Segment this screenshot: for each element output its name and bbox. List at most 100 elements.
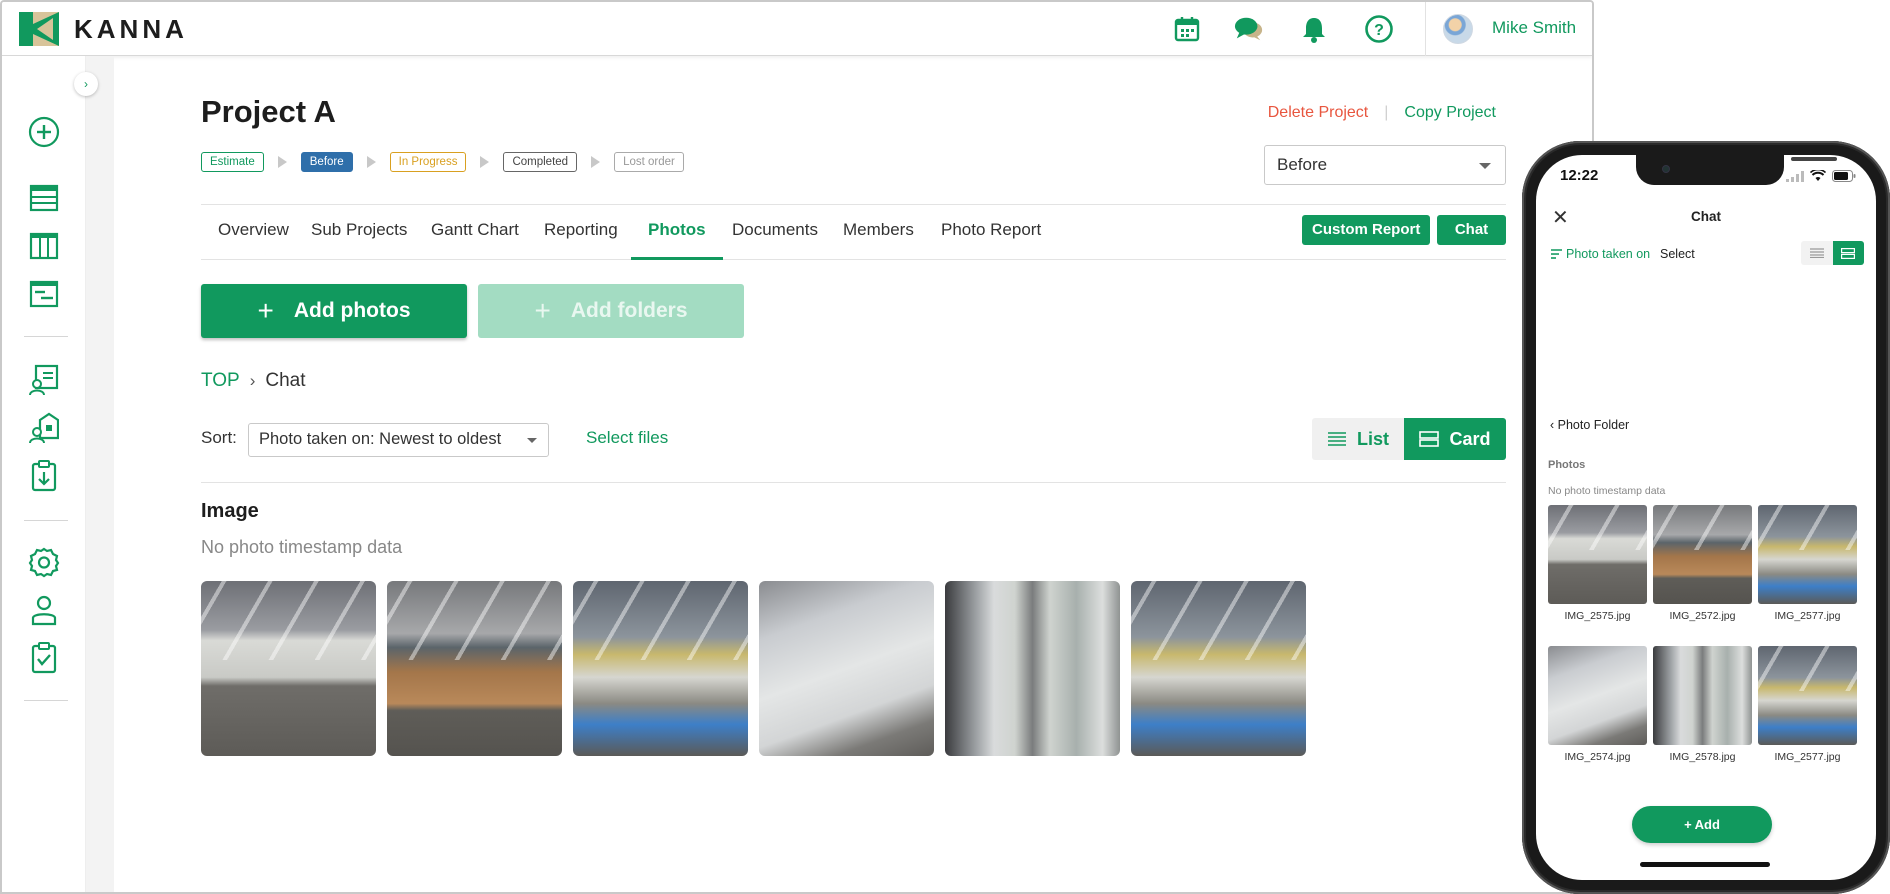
plus-icon: + xyxy=(1684,817,1692,832)
tab-reporting[interactable]: Reporting xyxy=(527,205,635,260)
caret-down-icon xyxy=(527,438,537,443)
stage-before[interactable]: Before xyxy=(300,152,353,172)
phone-photo-thumbnail[interactable] xyxy=(1653,646,1752,745)
sort-dropdown-value: Photo taken on: Newest to oldest xyxy=(259,430,502,448)
sort-dropdown[interactable]: Photo taken on: Newest to oldest xyxy=(248,423,549,457)
photo-thumbnail[interactable] xyxy=(759,581,934,756)
phone-photo-thumbnail[interactable] xyxy=(1548,646,1647,745)
chat-bubbles-icon[interactable] xyxy=(1234,14,1264,44)
phone-select-button[interactable]: Select xyxy=(1660,247,1695,261)
photo-thumbnail[interactable] xyxy=(1131,581,1306,756)
caret-down-icon xyxy=(1479,163,1491,169)
list-view-label: List xyxy=(1356,428,1389,449)
phone-photo-caption: IMG_2577.jpg xyxy=(1774,610,1841,622)
delete-project-link[interactable]: Delete Project xyxy=(1268,104,1369,122)
phone-frame: 12:22 ✕ Chat Photo taken on Select ‹ Pho… xyxy=(1522,141,1890,894)
phone-photo-caption: IMG_2578.jpg xyxy=(1669,751,1736,763)
chat-button[interactable]: Chat xyxy=(1437,215,1506,245)
add-photos-label: Add photos xyxy=(293,299,411,322)
section-subheading: No photo timestamp data xyxy=(201,537,403,557)
phone-list-view-button[interactable] xyxy=(1801,241,1833,265)
sidebar-gutter xyxy=(86,56,114,892)
phone-photo-thumbnail[interactable] xyxy=(1758,505,1857,604)
phone-sort-button[interactable]: Photo taken on xyxy=(1566,247,1650,261)
list-view-button[interactable]: List xyxy=(1312,418,1404,460)
board-icon[interactable] xyxy=(24,226,64,266)
select-files-link[interactable]: Select files xyxy=(586,428,668,448)
user-icon[interactable] xyxy=(24,590,64,630)
status-dropdown[interactable]: Before xyxy=(1264,145,1506,185)
tab-photo-report[interactable]: Photo Report xyxy=(924,205,1058,260)
stage-lost-order[interactable]: Lost order xyxy=(614,152,684,172)
custom-report-button[interactable]: Custom Report xyxy=(1302,215,1431,245)
page-title: Project A xyxy=(201,94,336,129)
card-view-button[interactable]: Card xyxy=(1404,418,1506,460)
phone-add-button[interactable]: + Add xyxy=(1632,806,1772,843)
phone-toolbar: Photo taken on Select xyxy=(1536,237,1876,269)
add-circle-icon[interactable] xyxy=(24,112,64,152)
customer-icon[interactable] xyxy=(24,360,64,400)
bell-icon[interactable] xyxy=(1299,14,1329,44)
sort-icon[interactable] xyxy=(1551,249,1562,259)
breadcrumb-top[interactable]: TOP xyxy=(201,370,240,392)
tab-photos[interactable]: Photos xyxy=(631,205,723,260)
sidebar-expand-button[interactable]: › xyxy=(74,72,98,96)
stage-progress: Estimate Before In Progress Completed Lo… xyxy=(201,152,684,172)
list-view-icon xyxy=(1327,432,1346,446)
phone-screen: 12:22 ✕ Chat Photo taken on Select ‹ Pho… xyxy=(1536,155,1876,880)
phone-back-link[interactable]: ‹ Photo Folder xyxy=(1550,418,1629,432)
battery-icon xyxy=(1832,170,1856,182)
phone-photo-thumbnail[interactable] xyxy=(1653,505,1752,604)
stage-estimate[interactable]: Estimate xyxy=(201,152,264,172)
stage-arrow-icon xyxy=(480,156,490,168)
photo-thumbnail[interactable] xyxy=(387,581,562,756)
list-view-icon xyxy=(1809,248,1824,258)
wifi-icon xyxy=(1810,170,1826,181)
add-folders-button[interactable]: + Add folders xyxy=(478,284,744,338)
sidebar-divider xyxy=(24,520,68,521)
photo-thumbnail[interactable] xyxy=(573,581,748,756)
link-separator: | xyxy=(1384,104,1389,121)
calendar-icon[interactable] xyxy=(1172,14,1202,44)
phone-photo-caption: IMG_2577.jpg xyxy=(1774,751,1841,763)
property-icon[interactable] xyxy=(24,408,64,448)
card-view-label: Card xyxy=(1449,428,1491,449)
kanna-logo xyxy=(19,12,59,46)
phone-card-view-button[interactable] xyxy=(1832,241,1864,265)
phone-photo-thumbnail[interactable] xyxy=(1758,646,1857,745)
photo-thumbnail[interactable] xyxy=(945,581,1120,756)
gantt-icon[interactable] xyxy=(24,274,64,314)
tab-gantt-chart[interactable]: Gantt Chart xyxy=(414,205,536,260)
phone-add-label: Add xyxy=(1694,817,1720,832)
chevron-right-icon: › xyxy=(249,371,256,390)
tab-overview[interactable]: Overview xyxy=(201,205,306,260)
svg-text:?: ? xyxy=(1374,22,1384,39)
tab-documents[interactable]: Documents xyxy=(715,205,835,260)
tab-members[interactable]: Members xyxy=(826,205,931,260)
user-name[interactable]: Mike Smith xyxy=(1492,18,1576,38)
phone-photo-thumbnail[interactable] xyxy=(1548,505,1647,604)
settings-icon[interactable] xyxy=(24,542,64,582)
avatar[interactable] xyxy=(1443,14,1473,44)
phone-photo-caption: IMG_2574.jpg xyxy=(1564,751,1631,763)
photo-thumbnail[interactable] xyxy=(201,581,376,756)
phone-back-label: Photo Folder xyxy=(1557,418,1630,432)
sidebar xyxy=(2,56,86,892)
report-download-icon[interactable] xyxy=(24,456,64,496)
help-icon[interactable]: ? xyxy=(1364,14,1394,44)
home-indicator xyxy=(1640,862,1770,867)
top-divider xyxy=(1425,2,1426,56)
copy-project-link[interactable]: Copy Project xyxy=(1404,104,1496,122)
phone-view-toggle xyxy=(1801,241,1864,265)
view-toggle: List Card xyxy=(1312,418,1506,460)
add-photos-button[interactable]: + Add photos xyxy=(201,284,467,338)
project-actions: Delete Project | Copy Project xyxy=(1268,104,1496,122)
stage-in-progress[interactable]: In Progress xyxy=(389,152,467,172)
stage-completed[interactable]: Completed xyxy=(503,152,578,172)
list-icon[interactable] xyxy=(24,178,64,218)
checklist-icon[interactable] xyxy=(24,638,64,678)
divider xyxy=(201,482,1506,483)
status-dropdown-value: Before xyxy=(1277,155,1328,174)
stage-arrow-icon xyxy=(277,156,287,168)
tab-sub-projects[interactable]: Sub Projects xyxy=(294,205,424,260)
